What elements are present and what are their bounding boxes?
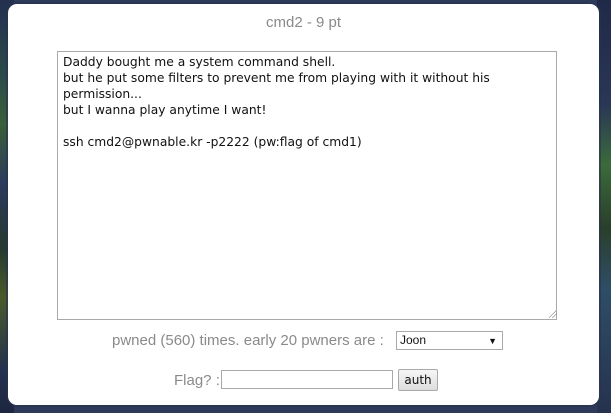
challenge-title: cmd2 - 9 pt bbox=[265, 14, 342, 31]
flag-input[interactable] bbox=[221, 370, 393, 389]
auth-button[interactable]: auth bbox=[398, 369, 438, 391]
pwners-row: pwned (560) times. early 20 pwners are :… bbox=[8, 331, 599, 351]
flag-submit-row: Flag? : auth bbox=[8, 369, 599, 394]
flag-label: Flag? : bbox=[174, 372, 220, 389]
pwned-count-label: pwned (560) times. early 20 pwners are : bbox=[112, 332, 384, 349]
early-pwners-selected-value: Joon bbox=[400, 333, 427, 347]
early-pwners-select[interactable]: Joon ▼ bbox=[396, 331, 503, 350]
challenge-dialog: cmd2 - 9 pt Daddy bought me a system com… bbox=[8, 4, 599, 405]
chevron-down-icon: ▼ bbox=[488, 336, 497, 346]
challenge-description-textarea[interactable]: Daddy bought me a system command shell. … bbox=[57, 51, 557, 320]
background-right bbox=[597, 0, 611, 413]
resize-grip-icon[interactable] bbox=[549, 310, 557, 318]
